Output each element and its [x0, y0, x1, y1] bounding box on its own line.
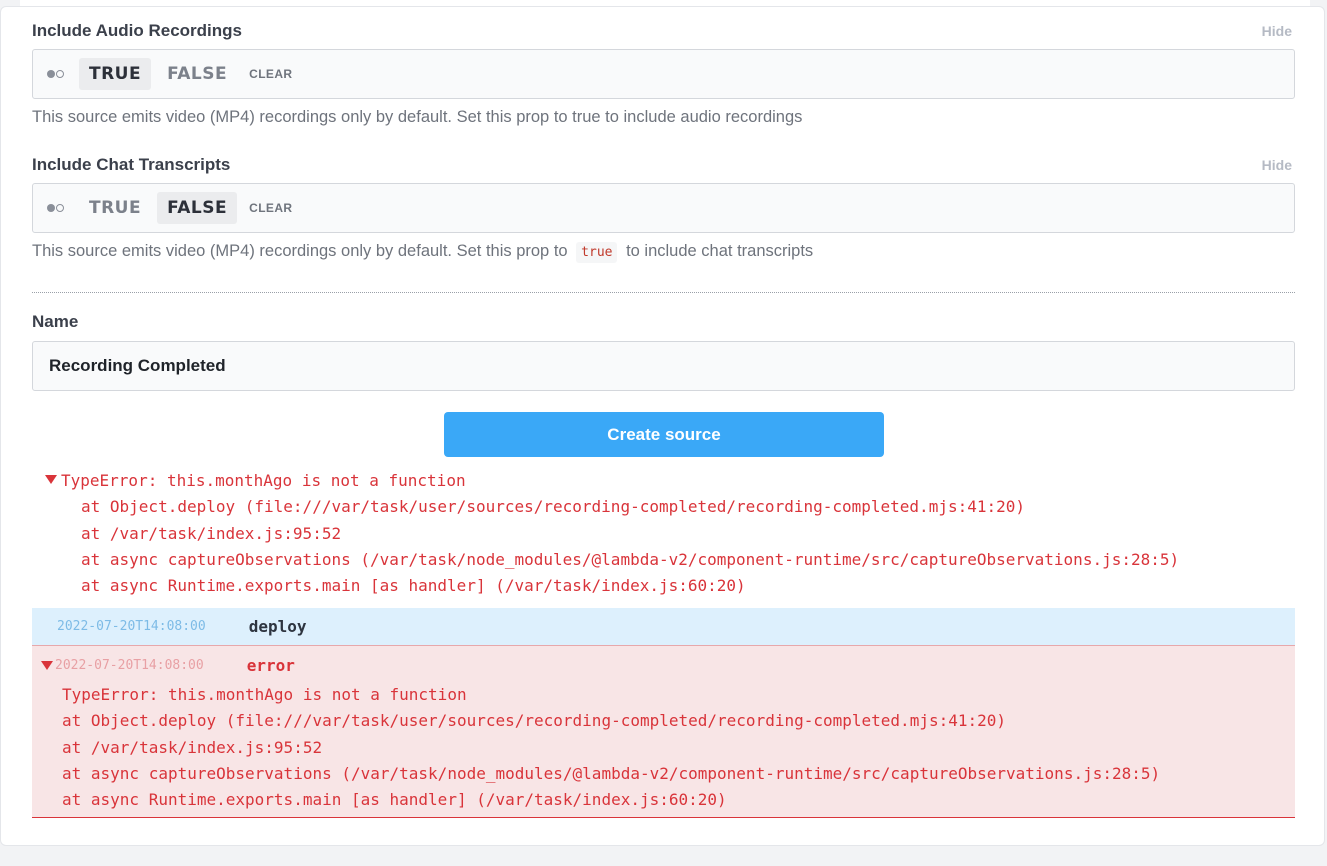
section-divider	[32, 292, 1295, 293]
caret-down-icon[interactable]	[41, 661, 53, 670]
audio-false-option[interactable]: FALSE	[157, 58, 237, 90]
chat-hide-link[interactable]: Hide	[1262, 157, 1292, 173]
chat-help-before: This source emits video (MP4) recordings…	[32, 242, 568, 260]
audio-clear-button[interactable]: CLEAR	[249, 67, 292, 81]
chat-true-option[interactable]: TRUE	[79, 192, 151, 224]
log-error-line: TypeError: this.monthAgo is not a functi…	[62, 685, 467, 704]
caret-down-icon[interactable]	[45, 475, 57, 484]
chat-boolean-control: TRUE FALSE CLEAR	[32, 183, 1295, 233]
audio-field-label: Include Audio Recordings	[32, 21, 242, 40]
audio-hide-link[interactable]: Hide	[1262, 23, 1292, 39]
error-trace-title: TypeError: this.monthAgo is not a functi…	[61, 471, 466, 490]
log-row-error: 2022-07-20T14:08:00 error TypeError: thi…	[32, 645, 1295, 818]
error-trace-line: at async Runtime.exports.main [as handle…	[81, 576, 746, 596]
audio-true-option[interactable]: TRUE	[79, 58, 152, 90]
boolean-toggle-icon	[47, 204, 65, 212]
chat-field-label: Include Chat Transcripts	[32, 155, 231, 174]
source-config-card: Include Audio Recordings Hide TRUE FALSE…	[0, 6, 1325, 846]
log-kind: error	[246, 656, 295, 675]
log-error-header[interactable]: 2022-07-20T14:08:00 error	[41, 656, 295, 675]
error-trace-line: at async captureObservations (/var/task/…	[81, 549, 1180, 569]
log-error-body: TypeError: this.monthAgo is not a functi…	[62, 682, 1160, 813]
name-input[interactable]	[32, 341, 1295, 391]
log-error-line: at async Runtime.exports.main [as handle…	[62, 790, 727, 810]
chat-help-text: This source emits video (MP4) recordings…	[32, 242, 814, 263]
chat-clear-button[interactable]: CLEAR	[249, 201, 292, 215]
chat-help-after: to include chat transcripts	[626, 242, 814, 260]
audio-help-text: This source emits video (MP4) recordings…	[32, 108, 803, 126]
log-timestamp: 2022-07-20T14:08:00	[55, 658, 204, 673]
error-trace: TypeError: this.monthAgo is not a functi…	[45, 468, 1179, 599]
chat-false-option[interactable]: FALSE	[157, 192, 238, 224]
log-error-line: at async captureObservations (/var/task/…	[62, 763, 1161, 783]
log-timestamp: 2022-07-20T14:08:00	[57, 619, 206, 634]
audio-boolean-control: TRUE FALSE CLEAR	[32, 49, 1295, 99]
chat-help-code: true	[576, 242, 618, 263]
log-kind: deploy	[248, 617, 307, 636]
error-trace-line: at Object.deploy (file:///var/task/user/…	[81, 497, 1026, 517]
error-trace-line: at /var/task/index.js:95:52	[81, 523, 342, 543]
error-trace-title-row: TypeError: this.monthAgo is not a functi…	[45, 468, 1179, 494]
create-source-button[interactable]: Create source	[444, 412, 884, 457]
log-row-deploy[interactable]: 2022-07-20T14:08:00 deploy	[32, 608, 1295, 645]
name-field-label: Name	[32, 312, 79, 331]
log-error-line: at /var/task/index.js:95:52	[62, 737, 323, 757]
boolean-toggle-icon	[47, 70, 65, 78]
log-error-line: at Object.deploy (file:///var/task/user/…	[62, 711, 1007, 731]
